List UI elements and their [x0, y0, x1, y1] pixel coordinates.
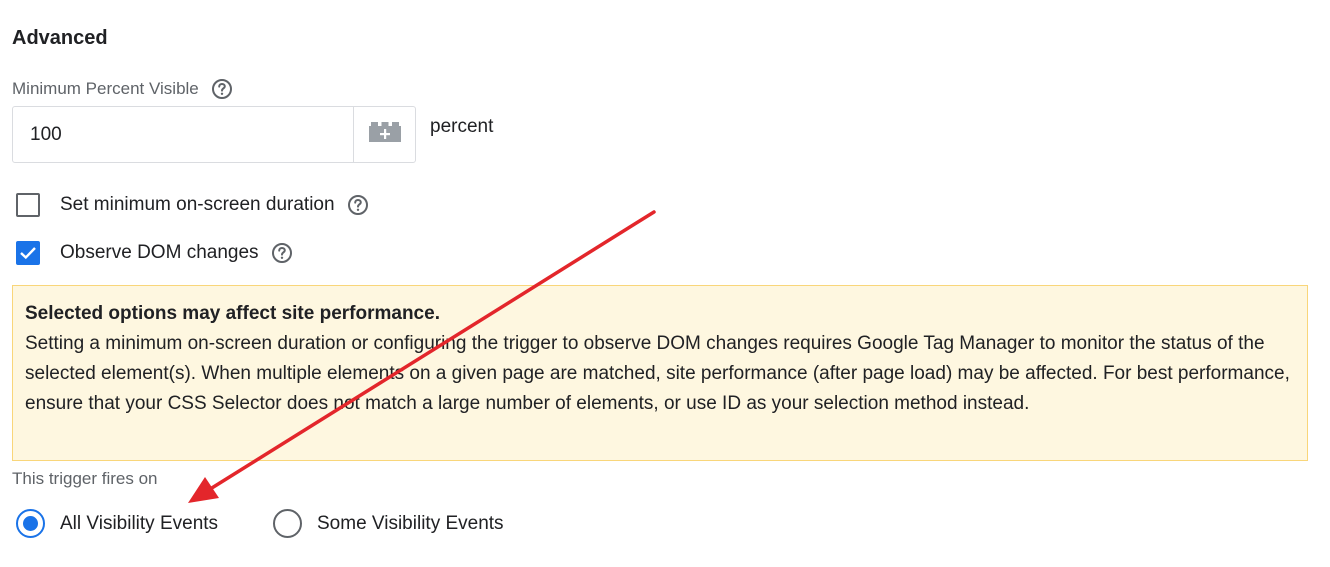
all-events-radio[interactable]: [16, 509, 45, 538]
min-percent-label-row: Minimum Percent Visible: [12, 78, 233, 100]
trigger-advanced-panel: Advanced Minimum Percent Visible 100 per…: [0, 0, 1330, 567]
some-events-radio[interactable]: [273, 509, 302, 538]
some-events-label[interactable]: Some Visibility Events: [317, 513, 504, 535]
warning-title: Selected options may affect site perform…: [25, 303, 440, 324]
insert-variable-button[interactable]: [353, 107, 415, 162]
fires-on-some-option[interactable]: Some Visibility Events: [273, 509, 504, 538]
fires-on-label: This trigger fires on: [12, 469, 158, 488]
help-icon[interactable]: [347, 194, 369, 216]
min-duration-option: Set minimum on-screen duration: [16, 193, 369, 217]
observe-dom-checkbox[interactable]: [16, 241, 40, 265]
performance-warning: Selected options may affect site perform…: [12, 285, 1308, 461]
min-duration-label[interactable]: Set minimum on-screen duration: [60, 194, 335, 216]
section-title: Advanced: [12, 27, 108, 49]
observe-dom-option: Observe DOM changes: [16, 241, 293, 265]
help-icon[interactable]: [211, 78, 233, 100]
checkmark-icon: [20, 247, 36, 260]
fires-on-all-option[interactable]: All Visibility Events: [16, 509, 218, 538]
help-icon[interactable]: [271, 242, 293, 264]
variable-lego-icon: [368, 121, 402, 148]
observe-dom-label[interactable]: Observe DOM changes: [60, 242, 259, 264]
min-percent-input[interactable]: [13, 107, 353, 162]
percent-unit-label: percent: [430, 116, 494, 137]
all-events-label[interactable]: All Visibility Events: [60, 513, 218, 535]
min-percent-field: [12, 106, 416, 163]
radio-selected-dot: [23, 516, 38, 531]
warning-body: Setting a minimum on-screen duration or …: [25, 333, 1290, 414]
annotation-arrow-head: [188, 477, 219, 503]
min-duration-checkbox[interactable]: [16, 193, 40, 217]
min-percent-label: Minimum Percent Visible: [12, 79, 199, 98]
